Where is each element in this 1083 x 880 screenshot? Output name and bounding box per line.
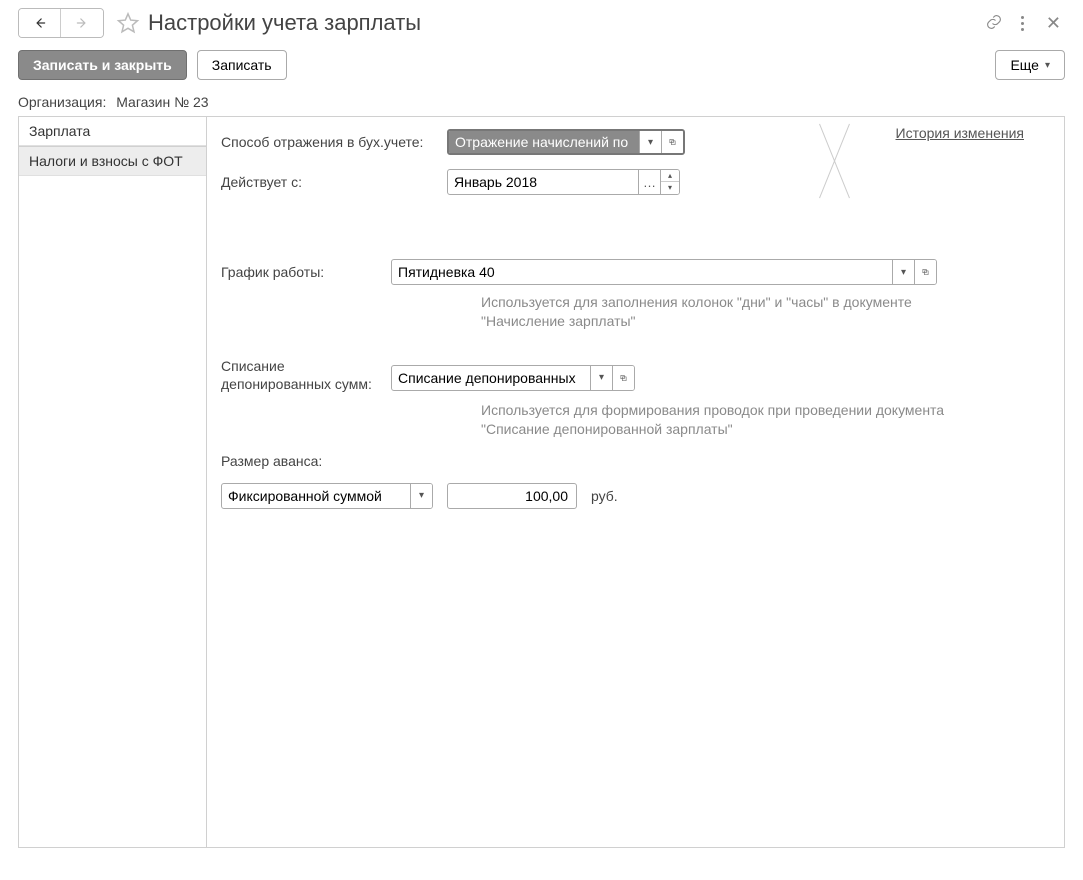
advance-type-input[interactable] xyxy=(222,484,410,508)
advance-label: Размер аванса: xyxy=(221,453,322,469)
reflect-input[interactable] xyxy=(449,131,639,153)
save-and-close-button[interactable]: Записать и закрыть xyxy=(18,50,187,80)
effective-spinner: ▴ ▾ xyxy=(660,170,679,194)
schedule-label: График работы: xyxy=(221,264,391,280)
schedule-input[interactable] xyxy=(392,260,892,284)
advance-amount-input[interactable] xyxy=(447,483,577,509)
reflect-open-button[interactable] xyxy=(661,131,683,153)
organization-row: Организация: Магазин № 23 xyxy=(18,94,1065,110)
advance-unit: руб. xyxy=(591,488,618,504)
link-icon[interactable] xyxy=(985,13,1003,34)
advance-type-group xyxy=(221,483,433,509)
close-button[interactable]: ✕ xyxy=(1042,13,1065,34)
effective-input-group: ▴ ▾ xyxy=(447,169,680,195)
save-button[interactable]: Записать xyxy=(197,50,287,80)
writeoff-dropdown-button[interactable] xyxy=(590,366,612,390)
history-link[interactable]: История изменения xyxy=(896,125,1024,141)
schedule-hint: Используется для заполнения колонок "дни… xyxy=(481,293,971,331)
nav-group xyxy=(18,8,104,38)
effective-input[interactable] xyxy=(448,170,638,194)
writeoff-open-button[interactable] xyxy=(612,366,634,390)
spinner-up-button[interactable]: ▴ xyxy=(661,170,679,182)
favorite-star-icon[interactable] xyxy=(116,11,140,35)
spinner-down-button[interactable]: ▾ xyxy=(661,182,679,194)
schedule-dropdown-button[interactable] xyxy=(892,260,914,284)
arrow-left-icon xyxy=(32,16,48,30)
forward-button[interactable] xyxy=(61,9,103,37)
organization-value: Магазин № 23 xyxy=(116,94,208,110)
effective-select-button[interactable] xyxy=(638,170,660,194)
schedule-input-group xyxy=(391,259,937,285)
writeoff-label: Списание депонированных сумм: xyxy=(221,357,391,393)
chevron-down-icon: ▾ xyxy=(1045,60,1050,71)
arrow-right-icon xyxy=(74,16,90,30)
writeoff-input-group xyxy=(391,365,635,391)
schedule-open-button[interactable] xyxy=(914,260,936,284)
organization-label: Организация: xyxy=(18,94,106,110)
advance-type-dropdown-button[interactable] xyxy=(410,484,432,508)
tabs-list: Зарплата Налоги и взносы с ФОТ xyxy=(19,117,207,847)
reflect-label: Способ отражения в бух.учете: xyxy=(221,134,447,150)
kebab-menu-icon[interactable] xyxy=(1021,16,1024,31)
writeoff-input[interactable] xyxy=(392,366,590,390)
disabled-cross-icon xyxy=(804,121,864,201)
back-button[interactable] xyxy=(19,9,61,37)
more-label: Еще xyxy=(1010,57,1039,73)
writeoff-hint: Используется для формирования проводок п… xyxy=(481,401,951,439)
more-button[interactable]: Еще ▾ xyxy=(995,50,1065,80)
reflect-input-group xyxy=(447,129,685,155)
tab-salary[interactable]: Зарплата xyxy=(19,117,206,146)
tab-taxes[interactable]: Налоги и взносы с ФОТ xyxy=(19,146,206,176)
effective-label: Действует с: xyxy=(221,174,447,190)
page-title: Настройки учета зарплаты xyxy=(148,10,421,36)
reflect-dropdown-button[interactable] xyxy=(639,131,661,153)
